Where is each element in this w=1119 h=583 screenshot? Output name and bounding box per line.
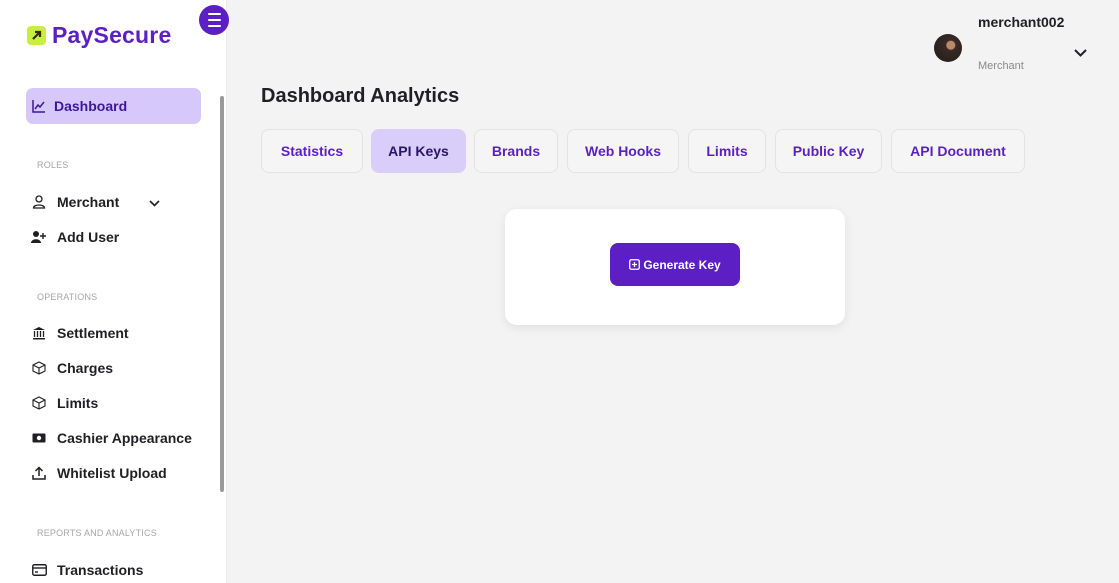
sidebar-item-label: Limits: [57, 395, 99, 411]
tab-brands[interactable]: Brands: [474, 129, 558, 173]
plus-square-icon: [629, 259, 641, 270]
sidebar-item-limits[interactable]: Limits: [31, 395, 98, 411]
generate-key-button[interactable]: Generate Key: [610, 243, 740, 286]
user-name: merchant002: [978, 14, 1065, 30]
tab-statistics[interactable]: Statistics: [261, 129, 363, 173]
chevron-down-icon[interactable]: [149, 194, 160, 210]
section-label-reports: REPORTS AND ANALYTICS: [37, 528, 157, 538]
page-title: Dashboard Analytics: [261, 85, 460, 107]
bank-icon: [31, 325, 47, 341]
sidebar-item-merchant[interactable]: Merchant: [31, 194, 160, 210]
sidebar-item-label: Whitelist Upload: [57, 465, 167, 481]
section-label-roles: ROLES: [37, 160, 69, 170]
money-icon: [31, 430, 47, 446]
section-label-operations: OPERATIONS: [37, 292, 98, 302]
tab-web-hooks[interactable]: Web Hooks: [567, 129, 679, 173]
upload-icon: [31, 465, 47, 481]
logo-mark-icon: [27, 26, 46, 45]
tab-limits[interactable]: Limits: [688, 129, 766, 173]
brand-logo[interactable]: PaySecure: [27, 22, 171, 49]
card-icon: [31, 562, 47, 578]
cube-icon: [31, 395, 47, 411]
api-keys-card: Generate Key: [505, 209, 845, 325]
sidebar-item-dashboard[interactable]: Dashboard: [26, 88, 201, 124]
sidebar-item-cashier-appearance[interactable]: Cashier Appearance: [31, 430, 192, 446]
avatar: [934, 34, 962, 62]
generate-key-label: Generate Key: [643, 257, 721, 272]
sidebar-item-charges[interactable]: Charges: [31, 360, 113, 376]
sidebar-item-add-user[interactable]: Add User: [31, 229, 119, 245]
sidebar-scrollbar[interactable]: [220, 96, 224, 492]
menu-toggle-icon[interactable]: [199, 5, 229, 35]
chart-line-icon: [32, 100, 45, 113]
user-menu[interactable]: merchant002 Merchant: [934, 10, 1104, 72]
chevron-down-icon[interactable]: [1074, 44, 1087, 62]
sidebar-item-label: Merchant: [57, 194, 120, 210]
sidebar-item-whitelist-upload[interactable]: Whitelist Upload: [31, 465, 167, 481]
sidebar: PaySecure Dashboard ROLES Merchant Add U…: [0, 0, 229, 583]
sidebar-item-label: Dashboard: [54, 98, 128, 114]
tab-api-keys[interactable]: API Keys: [371, 129, 466, 173]
brand-name: PaySecure: [52, 22, 172, 48]
add-user-icon: [31, 229, 47, 245]
tab-public-key[interactable]: Public Key: [775, 129, 882, 173]
user-role: Merchant: [978, 60, 1024, 72]
tab-api-document[interactable]: API Document: [891, 129, 1025, 173]
sidebar-item-label: Transactions: [57, 562, 144, 578]
sidebar-item-label: Settlement: [57, 325, 129, 341]
sidebar-item-label: Cashier Appearance: [57, 430, 192, 446]
sidebar-item-label: Charges: [57, 360, 114, 376]
sidebar-item-settlement[interactable]: Settlement: [31, 325, 129, 341]
sidebar-item-transactions[interactable]: Transactions: [31, 562, 143, 578]
user-icon: [31, 194, 47, 210]
cube-icon: [31, 360, 47, 376]
sidebar-item-label: Add User: [57, 229, 120, 245]
